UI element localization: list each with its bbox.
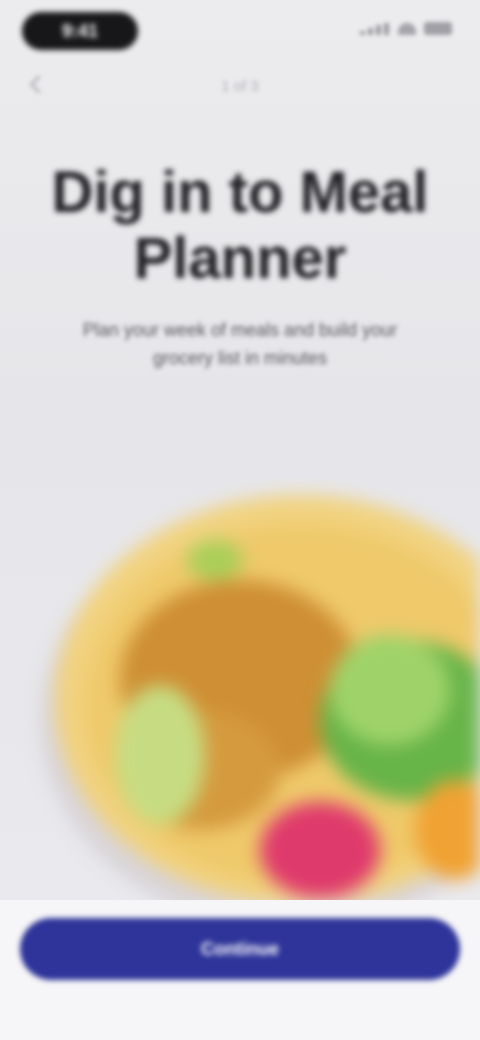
- step-indicator: 1 of 3: [221, 78, 259, 95]
- hero-title: Dig in to Meal Planner: [51, 160, 429, 291]
- status-icons: [360, 22, 452, 35]
- herb-garnish: [187, 540, 243, 580]
- nav-row: 1 of 3: [0, 70, 480, 104]
- food-bowl-illustration: [40, 495, 480, 910]
- radish: [260, 802, 380, 898]
- status-bar: 9:41: [0, 0, 480, 64]
- battery-icon: [424, 22, 452, 35]
- lime-wedge: [115, 685, 205, 825]
- back-chevron-icon[interactable]: [28, 76, 46, 94]
- lettuce-highlight: [330, 635, 450, 745]
- status-time: 9:41: [22, 12, 138, 50]
- hero-subtitle: Plan your week of meals and build your g…: [82, 320, 398, 368]
- continue-button[interactable]: Continue: [20, 918, 460, 980]
- signal-icon: [360, 22, 390, 35]
- wifi-icon: [398, 22, 416, 35]
